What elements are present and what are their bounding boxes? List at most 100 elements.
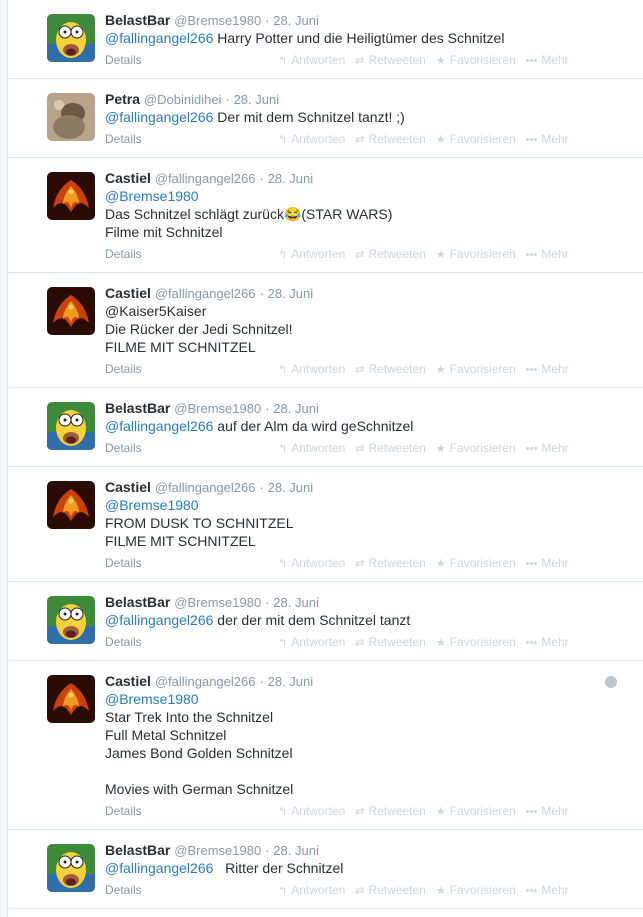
- avatar[interactable]: [47, 93, 95, 141]
- tweet[interactable]: BelastBar @Bremse1980 · 28. Juni @falling…: [8, 830, 643, 909]
- favorite-button[interactable]: ★ Favorisieren: [436, 245, 516, 264]
- reply-button[interactable]: ↰ Antworten: [278, 802, 345, 821]
- details-link[interactable]: Details: [105, 633, 142, 651]
- mention-link[interactable]: @Bremse1980: [105, 691, 199, 707]
- fullname[interactable]: BelastBar: [105, 594, 170, 610]
- more-button[interactable]: ••• Mehr: [526, 554, 569, 573]
- reply-button[interactable]: ↰ Antworten: [278, 439, 345, 458]
- details-link[interactable]: Details: [105, 881, 142, 899]
- tweet[interactable]: Castiel @fallingangel266 · 28. Juni @Brem…: [8, 467, 643, 582]
- fullname[interactable]: BelastBar: [105, 400, 170, 416]
- details-link[interactable]: Details: [105, 245, 142, 263]
- reply-button[interactable]: ↰ Antworten: [278, 130, 345, 149]
- retweet-button[interactable]: ⇄ Retweeten: [355, 360, 426, 379]
- fullname[interactable]: Castiel: [105, 170, 151, 186]
- fullname[interactable]: Castiel: [105, 285, 151, 301]
- retweet-button-label: Retweeten: [368, 804, 426, 818]
- fullname[interactable]: BelastBar: [105, 842, 170, 858]
- fullname[interactable]: BelastBar: [105, 12, 170, 28]
- favorite-button[interactable]: ★ Favorisieren: [436, 802, 516, 821]
- timestamp[interactable]: 28. Juni: [234, 92, 280, 107]
- more-button[interactable]: ••• Mehr: [526, 245, 569, 264]
- username[interactable]: @fallingangel266: [155, 286, 256, 301]
- retweet-button[interactable]: ⇄ Retweeten: [355, 881, 426, 900]
- username[interactable]: @fallingangel266: [155, 171, 256, 186]
- details-link[interactable]: Details: [105, 51, 142, 69]
- username[interactable]: @Bremse1980: [174, 595, 261, 610]
- favorite-button[interactable]: ★ Favorisieren: [436, 881, 516, 900]
- username[interactable]: @Dobinidihei: [144, 92, 222, 107]
- avatar[interactable]: [47, 596, 95, 644]
- more-button[interactable]: ••• Mehr: [526, 802, 569, 821]
- avatar[interactable]: [47, 844, 95, 892]
- more-button[interactable]: ••• Mehr: [526, 360, 569, 379]
- favorite-button-label: Favorisieren: [449, 247, 516, 261]
- retweet-button[interactable]: ⇄ Retweeten: [355, 633, 426, 652]
- timestamp[interactable]: 28. Juni: [273, 595, 319, 610]
- fullname[interactable]: Castiel: [105, 479, 151, 495]
- mention-link[interactable]: @Bremse1980: [105, 497, 199, 513]
- fullname[interactable]: Castiel: [105, 673, 151, 689]
- avatar[interactable]: [47, 287, 95, 335]
- timestamp[interactable]: 28. Juni: [273, 13, 319, 28]
- more-button[interactable]: ••• Mehr: [526, 130, 569, 149]
- details-link[interactable]: Details: [105, 802, 142, 820]
- tweet[interactable]: Castiel @fallingangel266 · 28. Juni @Kais…: [8, 273, 643, 388]
- more-button[interactable]: ••• Mehr: [526, 633, 569, 652]
- reply-button[interactable]: ↰ Antworten: [278, 554, 345, 573]
- mention-link[interactable]: @Bremse1980: [105, 188, 199, 204]
- timestamp[interactable]: 28. Juni: [268, 171, 314, 186]
- more-button[interactable]: ••• Mehr: [526, 881, 569, 900]
- more-button[interactable]: ••• Mehr: [526, 51, 569, 70]
- timestamp[interactable]: 28. Juni: [268, 480, 314, 495]
- retweet-button[interactable]: ⇄ Retweeten: [355, 439, 426, 458]
- reply-button[interactable]: ↰ Antworten: [278, 633, 345, 652]
- reply-button[interactable]: ↰ Antworten: [278, 360, 345, 379]
- details-link[interactable]: Details: [105, 130, 142, 148]
- tweet[interactable]: Petra @Dobinidihei · 28. Juni @fallingang…: [8, 79, 643, 158]
- tweet[interactable]: Castiel @fallingangel266 · 28. Juni @Brem…: [8, 661, 643, 830]
- avatar[interactable]: [47, 14, 95, 62]
- username[interactable]: @Bremse1980: [174, 843, 261, 858]
- timestamp[interactable]: 28. Juni: [273, 401, 319, 416]
- tweet[interactable]: BelastBar @Bremse1980 · 28. Juni @falling…: [8, 388, 643, 467]
- avatar[interactable]: [47, 481, 95, 529]
- retweet-button[interactable]: ⇄ Retweeten: [355, 802, 426, 821]
- favorite-button[interactable]: ★ Favorisieren: [436, 360, 516, 379]
- details-link[interactable]: Details: [105, 439, 142, 457]
- retweet-button[interactable]: ⇄ Retweeten: [355, 51, 426, 70]
- mention-link[interactable]: @fallingangel266: [105, 109, 213, 125]
- favorite-button[interactable]: ★ Favorisieren: [436, 51, 516, 70]
- avatar[interactable]: [47, 675, 95, 723]
- mention-link[interactable]: @fallingangel266: [105, 612, 213, 628]
- retweet-button[interactable]: ⇄ Retweeten: [355, 554, 426, 573]
- reply-button[interactable]: ↰ Antworten: [278, 51, 345, 70]
- more-button[interactable]: ••• Mehr: [526, 439, 569, 458]
- fullname[interactable]: Petra: [105, 91, 140, 107]
- retweet-button[interactable]: ⇄ Retweeten: [355, 130, 426, 149]
- tweet[interactable]: Castiel @fallingangel266 · 28. Juni @Brem…: [8, 158, 643, 273]
- timestamp[interactable]: 28. Juni: [273, 843, 319, 858]
- favorite-button[interactable]: ★ Favorisieren: [436, 439, 516, 458]
- details-link[interactable]: Details: [105, 360, 142, 378]
- reply-button[interactable]: ↰ Antworten: [278, 245, 345, 264]
- username[interactable]: @fallingangel266: [155, 674, 256, 689]
- username[interactable]: @Bremse1980: [174, 13, 261, 28]
- timestamp[interactable]: 28. Juni: [268, 674, 314, 689]
- tweet[interactable]: BelastBar @Bremse1980 · 28. Juni @falling…: [8, 0, 643, 79]
- favorite-button[interactable]: ★ Favorisieren: [436, 130, 516, 149]
- reply-button[interactable]: ↰ Antworten: [278, 881, 345, 900]
- mention-link[interactable]: @fallingangel266: [105, 860, 213, 876]
- details-link[interactable]: Details: [105, 554, 142, 572]
- favorite-button[interactable]: ★ Favorisieren: [436, 554, 516, 573]
- mention-link[interactable]: @fallingangel266: [105, 418, 213, 434]
- favorite-button[interactable]: ★ Favorisieren: [436, 633, 516, 652]
- username[interactable]: @fallingangel266: [155, 480, 256, 495]
- timestamp[interactable]: 28. Juni: [268, 286, 314, 301]
- mention-link[interactable]: @fallingangel266: [105, 30, 213, 46]
- retweet-button[interactable]: ⇄ Retweeten: [355, 245, 426, 264]
- avatar[interactable]: [47, 172, 95, 220]
- tweet[interactable]: BelastBar @Bremse1980 · 28. Juni @falling…: [8, 582, 643, 661]
- avatar[interactable]: [47, 402, 95, 450]
- username[interactable]: @Bremse1980: [174, 401, 261, 416]
